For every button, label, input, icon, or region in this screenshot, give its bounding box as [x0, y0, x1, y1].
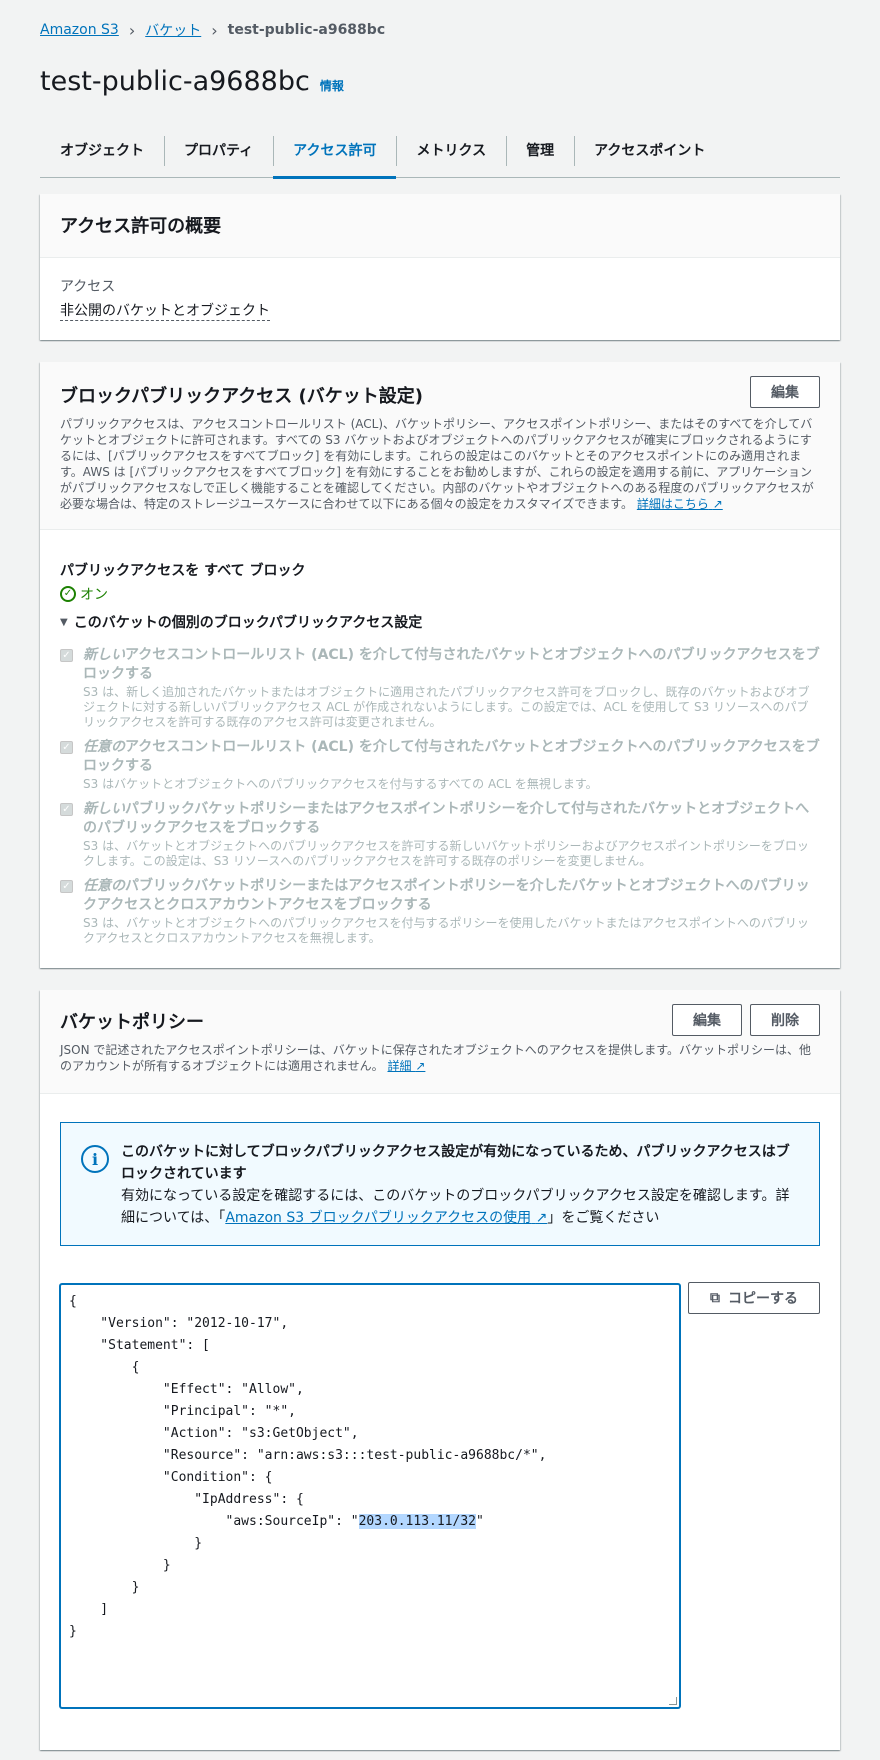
page-header: test-public-a9688bc 情報 — [40, 66, 344, 97]
policy-delete-button[interactable]: 削除 — [750, 1004, 820, 1036]
external-link-icon: ↗ — [415, 1059, 426, 1073]
block-all-title: パブリックアクセスを すべて ブロック — [60, 563, 306, 579]
bpa-edit-button[interactable]: 編集 — [750, 376, 820, 408]
policy-learn-more-link[interactable]: 詳細 ↗ — [387, 1059, 425, 1073]
copy-icon: ⧉ — [710, 1290, 720, 1306]
bpa-setting-checkbox[interactable]: ✓ — [60, 741, 73, 754]
bpa-setting-checkbox[interactable]: ✓ — [60, 880, 73, 893]
page-title: test-public-a9688bc — [40, 66, 310, 97]
policy-json-text-before: { "Version": "2012-10-17", "Statement": … — [69, 1294, 547, 1529]
bpa-setting-item: ✓ 新しいパブリックバケットポリシーまたはアクセスポイントポリシーを介して付与さ… — [60, 800, 820, 869]
block-public-access-panel: ブロックパブリックアクセス (バケット設定) 編集 パブリックアクセスは、アクセ… — [40, 362, 840, 968]
bpa-setting-title: 任意のアクセスコントロールリスト (ACL) を介して付与されたバケットとオブジ… — [83, 738, 820, 776]
tab-permissions[interactable]: アクセス許可 — [273, 134, 397, 179]
policy-edit-button[interactable]: 編集 — [672, 1004, 742, 1036]
tab-properties[interactable]: プロパティ — [164, 134, 273, 166]
tab-access-points[interactable]: アクセスポイント — [574, 134, 725, 166]
bpa-setting-desc: S3 は、新しく追加されたバケットまたはオブジェクトに適用されたパブリックアクセ… — [83, 685, 810, 729]
breadcrumb-item-s3[interactable]: Amazon S3 — [40, 22, 119, 38]
tab-objects[interactable]: オブジェクト — [40, 134, 164, 166]
bpa-learn-more-text: 詳細はこちら — [636, 497, 709, 511]
policy-json-text-after: " } } } ] } — [69, 1514, 484, 1639]
bpa-setting-desc: S3 はバケットとオブジェクトへのパブリックアクセスを付与するすべての ACL … — [83, 777, 598, 791]
panel-header: アクセス許可の概要 — [40, 194, 840, 258]
info-circle-icon: i — [81, 1145, 109, 1173]
policy-description: JSON で記述されたアクセスポイントポリシーは、バケットに保存されたオブジェク… — [60, 1042, 820, 1074]
bpa-setting-item: ✓ 任意のパブリックバケットポリシーまたはアクセスポイントポリシーを介したバケッ… — [60, 877, 820, 946]
block-all-status-text: オン — [80, 587, 108, 603]
bpa-setting-emph: 新しい — [83, 801, 125, 817]
breadcrumb: Amazon S3 › バケット › test-public-a9688bc — [40, 20, 385, 40]
bpa-setting-item: ✓ 任意のアクセスコントロールリスト (ACL) を介して付与されたバケットとオ… — [60, 738, 820, 792]
bpa-setting-emph: 任意の — [83, 739, 125, 755]
external-link-icon: ↗ — [535, 1210, 548, 1226]
alert-body: 有効になっている設定を確認するには、このバケットのブロックパブリックアクセス設定… — [121, 1185, 799, 1229]
check-circle-icon: ✓ — [60, 586, 76, 602]
chevron-right-icon: › — [128, 20, 136, 40]
alert-doc-link[interactable]: Amazon S3 ブロックパブリックアクセスの使用 ↗ — [225, 1210, 547, 1226]
policy-json-editor[interactable]: { "Version": "2012-10-17", "Statement": … — [60, 1284, 680, 1708]
info-link[interactable]: 情報 — [320, 77, 344, 94]
resize-handle-icon[interactable] — [669, 1697, 677, 1705]
block-all-status: ✓ オン — [60, 584, 820, 604]
bpa-setting-title: 新しいパブリックバケットポリシーまたはアクセスポイントポリシーを介して付与された… — [83, 800, 820, 838]
permissions-overview-panel: アクセス許可の概要 アクセス 非公開のバケットとオブジェクト — [40, 194, 840, 340]
access-label: アクセス — [60, 279, 116, 295]
bpa-setting-title-text: アクセスコントロールリスト (ACL) を介して付与されたバケットとオブジェクト… — [83, 647, 820, 682]
policy-description-text: JSON で記述されたアクセスポイントポリシーは、バケットに保存されたオブジェク… — [60, 1043, 811, 1073]
bpa-setting-checkbox[interactable]: ✓ — [60, 649, 73, 662]
alert-doc-link-text: Amazon S3 ブロックパブリックアクセスの使用 — [225, 1210, 532, 1226]
access-value[interactable]: 非公開のバケットとオブジェクト — [60, 300, 270, 321]
individual-settings-label: このバケットの個別のブロックパブリックアクセス設定 — [73, 615, 423, 631]
bpa-learn-more-link[interactable]: 詳細はこちら ↗ — [637, 497, 723, 511]
alert-title: このバケットに対してブロックパブリックアクセス設定が有効になっているため、パブリ… — [121, 1144, 790, 1182]
bpa-setting-item: ✓ 新しいアクセスコントロールリスト (ACL) を介して付与されたバケットとオ… — [60, 646, 820, 730]
copy-button[interactable]: ⧉ コピーする — [688, 1282, 820, 1314]
tab-metrics[interactable]: メトリクス — [396, 134, 506, 166]
permissions-overview-title: アクセス許可の概要 — [60, 216, 222, 237]
tab-management[interactable]: 管理 — [506, 134, 574, 166]
bpa-setting-desc: S3 は、バケットとオブジェクトへのパブリックアクセスを付与するポリシーを使用し… — [83, 916, 809, 945]
copy-button-label: コピーする — [728, 1291, 798, 1307]
alert-body-post: 」をご覧ください — [547, 1210, 660, 1226]
bpa-setting-checkbox[interactable]: ✓ — [60, 803, 73, 816]
chevron-right-icon: › — [211, 20, 218, 40]
policy-learn-more-text: 詳細 — [387, 1059, 412, 1073]
info-alert: i このバケットに対してブロックパブリックアクセス設定が有効になっているため、パ… — [60, 1122, 820, 1246]
bpa-setting-title: 新しいアクセスコントロールリスト (ACL) を介して付与されたバケットとオブジ… — [83, 646, 820, 684]
bpa-setting-title: 任意のパブリックバケットポリシーまたはアクセスポイントポリシーを介したバケットと… — [83, 877, 820, 915]
tab-bar: オブジェクト プロパティ アクセス許可 メトリクス 管理 アクセスポイント — [40, 132, 840, 179]
bpa-setting-title-text: アクセスコントロールリスト (ACL) を介して付与されたバケットとオブジェクト… — [83, 739, 820, 774]
bpa-setting-title-text: パブリックバケットポリシーまたはアクセスポイントポリシーを介して付与されたバケッ… — [83, 801, 810, 836]
individual-settings-expander[interactable]: ▼ このバケットの個別のブロックパブリックアクセス設定 — [60, 612, 820, 632]
bucket-policy-panel: バケットポリシー 編集 削除 JSON で記述されたアクセスポイントポリシーは、… — [40, 990, 840, 1750]
bpa-description: パブリックアクセスは、アクセスコントロールリスト (ACL)、バケットポリシー、… — [60, 416, 820, 512]
breadcrumb-item-buckets[interactable]: バケット — [145, 20, 201, 40]
caret-down-icon: ▼ — [60, 616, 68, 628]
panel-header: バケットポリシー 編集 削除 JSON で記述されたアクセスポイントポリシーは、… — [40, 990, 840, 1094]
breadcrumb-current: test-public-a9688bc — [227, 22, 386, 38]
bpa-setting-emph: 任意の — [83, 878, 125, 894]
policy-json-selection: 203.0.113.11/32 — [358, 1514, 476, 1529]
block-public-access-title: ブロックパブリックアクセス (バケット設定) — [60, 386, 423, 407]
bpa-setting-title-text: パブリックバケットポリシーまたはアクセスポイントポリシーを介したバケットとオブジ… — [83, 878, 810, 913]
bpa-setting-emph: 新しい — [83, 647, 125, 663]
panel-header: ブロックパブリックアクセス (バケット設定) 編集 パブリックアクセスは、アクセ… — [40, 362, 840, 530]
external-link-icon: ↗ — [712, 497, 723, 511]
bpa-setting-desc: S3 は、バケットとオブジェクトへのパブリックアクセスを許可する新しいバケットポ… — [83, 839, 809, 868]
